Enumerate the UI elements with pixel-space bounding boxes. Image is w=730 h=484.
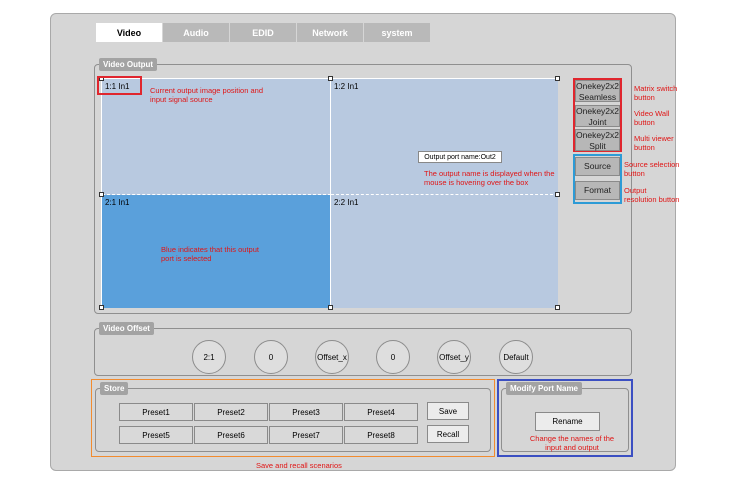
- preset-7-button[interactable]: Preset7: [269, 426, 343, 444]
- tab-edid[interactable]: EDID: [230, 23, 297, 42]
- rename-button[interactable]: Rename: [535, 412, 600, 431]
- resize-handle[interactable]: [555, 76, 560, 81]
- offset-y-value[interactable]: 0: [376, 340, 410, 374]
- offset-port-indicator: 2:1: [192, 340, 226, 374]
- offset-x-button[interactable]: Offset_x: [315, 340, 349, 374]
- resize-handle[interactable]: [328, 305, 333, 310]
- cell-label-highlight: [97, 76, 142, 95]
- output-grid: 1:1 In1 1:2 In1 2:1 In1 2:2 In1: [101, 78, 558, 308]
- annotation-cell-position: Current output image position and input …: [150, 86, 263, 104]
- split-button[interactable]: Onekey2x2 Split: [575, 129, 620, 151]
- preset-3-button[interactable]: Preset3: [269, 403, 343, 421]
- preset-8-button[interactable]: Preset8: [344, 426, 418, 444]
- annotation-selected: Blue indicates that this output port is …: [161, 245, 259, 263]
- tab-network[interactable]: Network: [297, 23, 364, 42]
- preset-5-button[interactable]: Preset5: [119, 426, 193, 444]
- tab-video[interactable]: Video: [96, 23, 163, 42]
- seamless-button[interactable]: Onekey2x2 Seamless: [575, 80, 620, 102]
- joint-button[interactable]: Onekey2x2 Joint: [575, 105, 620, 127]
- video-offset-title: Video Offset: [99, 322, 154, 335]
- resize-handle[interactable]: [99, 305, 104, 310]
- annotation-matrix-switch: Matrix switch button: [634, 84, 678, 102]
- annotation-hover-name: The output name is displayed when the mo…: [424, 169, 555, 187]
- offset-y-button[interactable]: Offset_y: [437, 340, 471, 374]
- preset-2-button[interactable]: Preset2: [194, 403, 268, 421]
- annotation-multi-viewer: Multi viewer button: [634, 134, 674, 152]
- annotation-source-selection: Source selection button: [624, 160, 680, 178]
- tab-audio[interactable]: Audio: [163, 23, 230, 42]
- cell-label: 1:2 In1: [334, 82, 359, 91]
- resize-handle[interactable]: [328, 76, 333, 81]
- preset-1-button[interactable]: Preset1: [119, 403, 193, 421]
- resize-handle[interactable]: [555, 192, 560, 197]
- save-button[interactable]: Save: [427, 402, 469, 420]
- port-name-tooltip: Output port name:Out2: [418, 151, 502, 163]
- resize-handle[interactable]: [555, 305, 560, 310]
- tab-system[interactable]: system: [364, 23, 431, 42]
- resize-handle[interactable]: [99, 192, 104, 197]
- annotation-store: Save and recall scenarios: [256, 461, 342, 470]
- tab-bar: Video Audio EDID Network system: [96, 23, 431, 42]
- store-title: Store: [100, 382, 129, 395]
- annotation-output-resolution: Output resolution button: [624, 186, 680, 204]
- modify-port-name-title: Modify Port Name: [506, 382, 583, 395]
- source-button[interactable]: Source: [575, 157, 620, 176]
- preset-6-button[interactable]: Preset6: [194, 426, 268, 444]
- video-output-title: Video Output: [99, 58, 158, 71]
- preset-4-button[interactable]: Preset4: [344, 403, 418, 421]
- offset-default-button[interactable]: Default: [499, 340, 533, 374]
- recall-button[interactable]: Recall: [427, 425, 469, 443]
- format-button[interactable]: Format: [575, 181, 620, 200]
- annotation-rename: Change the names of the input and output: [529, 434, 615, 452]
- output-cell-2-2[interactable]: 2:2 In1: [331, 195, 558, 308]
- video-offset-group: Video Offset: [94, 322, 632, 376]
- cell-label: 2:2 In1: [334, 198, 359, 207]
- offset-x-value[interactable]: 0: [254, 340, 288, 374]
- cell-label: 2:1 In1: [105, 198, 130, 207]
- annotation-video-wall: Video Wall button: [634, 109, 670, 127]
